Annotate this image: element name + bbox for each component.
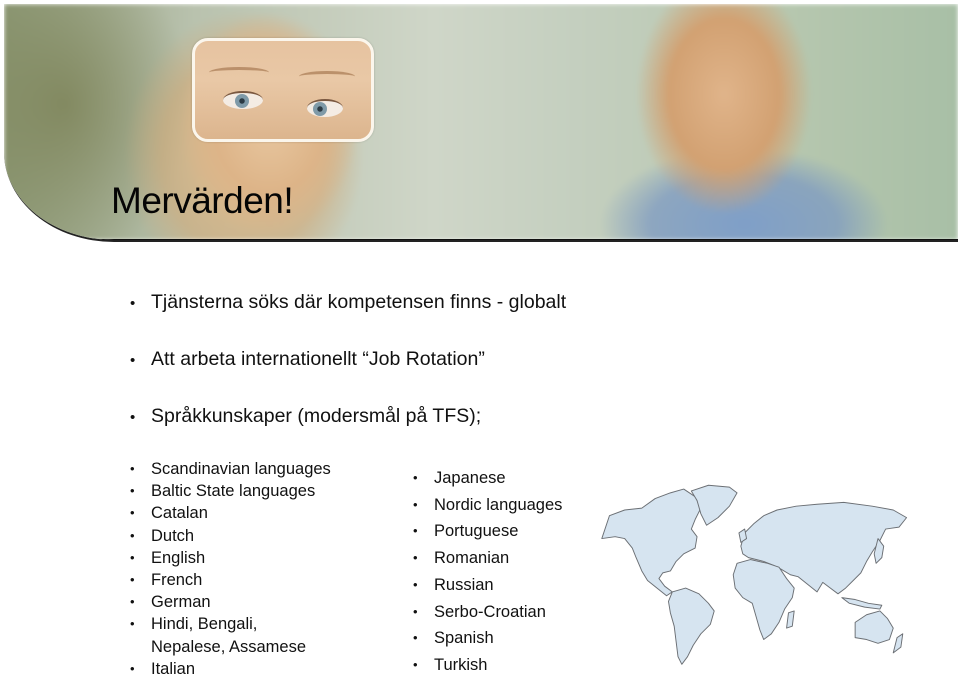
bullet-icon: •	[413, 603, 418, 619]
world-map-image	[601, 484, 908, 665]
bullet-icon: •	[413, 550, 418, 566]
madagascar-shape	[786, 610, 795, 629]
new-zealand-shape	[892, 633, 904, 654]
language-text: Italian	[151, 659, 196, 678]
bullet-icon: •	[130, 572, 135, 588]
language-text: Scandinavian languages	[151, 460, 331, 478]
language-text: English	[151, 548, 206, 567]
bullet-icon: •	[130, 352, 136, 369]
language-item: • Catalan	[130, 502, 331, 524]
main-bullet-list: • Tjänsterna söks där kompetensen finns -…	[130, 291, 566, 462]
bullet-icon: •	[130, 295, 136, 312]
bullet-icon: •	[413, 470, 418, 485]
bullet-icon: •	[130, 549, 135, 565]
eye-left	[223, 91, 263, 109]
language-item: • French	[130, 569, 331, 591]
eyebrow-left	[209, 67, 269, 78]
language-item: • Baltic State languages	[130, 480, 331, 502]
language-text: Portuguese	[434, 522, 519, 541]
language-item: • Scandinavian languages	[130, 458, 331, 480]
language-item: • Nordic languages	[413, 492, 562, 519]
language-item-continuation: Nepalese, Assamese	[130, 636, 331, 658]
eyebrow-right	[299, 71, 355, 82]
language-text: Nepalese, Assamese	[151, 637, 307, 656]
bullet-icon: •	[413, 630, 418, 646]
bullet-item: • Språkkunskaper (modersmål på TFS);	[130, 405, 566, 433]
south-america-shape	[668, 587, 715, 665]
language-item: • Russian	[413, 572, 562, 599]
greenland-shape	[690, 484, 738, 526]
bullet-icon: •	[130, 660, 135, 676]
bullet-icon: •	[413, 656, 418, 672]
language-text: French	[151, 571, 203, 590]
language-item: • Portuguese	[413, 518, 562, 545]
eye-right	[307, 99, 343, 117]
bullet-icon: •	[130, 409, 136, 426]
bullet-icon: •	[413, 523, 418, 539]
eyes-highlight-frame	[192, 38, 374, 142]
language-item: • Spanish	[413, 625, 562, 652]
bullet-icon: •	[130, 616, 135, 632]
language-item: • Dutch	[130, 525, 331, 547]
language-item: • Serbo-Croatian	[413, 599, 562, 626]
indonesia-shape	[841, 597, 883, 610]
language-text: Hindi, Bengali,	[151, 615, 258, 634]
bullet-text: Språkkunskaper (modersmål på TFS);	[151, 405, 482, 427]
bullet-icon: •	[413, 576, 418, 592]
language-text: Turkish	[434, 655, 488, 674]
language-text: Nordic languages	[434, 495, 563, 514]
language-item: • Hindi, Bengali,	[130, 613, 331, 635]
language-text: Serbo-Croatian	[434, 602, 546, 621]
language-item: • Japanese	[413, 465, 562, 492]
language-list-right: • Japanese • Nordic languages • Portuguese …	[413, 465, 562, 679]
language-item: • Italian	[130, 658, 331, 680]
bullet-icon: •	[130, 505, 135, 521]
bullet-icon: •	[130, 483, 135, 499]
bullet-icon: •	[130, 594, 135, 610]
language-text: Japanese	[434, 469, 506, 487]
bullet-icon: •	[130, 461, 135, 476]
language-item: • German	[130, 591, 331, 613]
language-text: Catalan	[151, 504, 208, 523]
language-text: Dutch	[151, 526, 195, 545]
header-banner-photo: Mervärden!	[4, 4, 958, 242]
bullet-text: Att arbeta internationellt “Job Rotation…	[151, 348, 485, 370]
north-america-shape	[601, 488, 702, 597]
slide-title: Mervärden!	[111, 180, 294, 221]
australia-shape	[854, 610, 894, 644]
bullet-icon: •	[130, 527, 135, 543]
language-text: Russian	[434, 575, 494, 594]
language-text: Romanian	[434, 549, 510, 568]
language-item: • Turkish	[413, 652, 562, 679]
bullet-text: Tjänsterna söks där kompetensen finns - …	[151, 291, 567, 313]
bullet-item: • Tjänsterna söks där kompetensen finns -…	[130, 291, 566, 319]
language-list-left: • Scandinavian languages • Baltic State la…	[130, 458, 331, 680]
language-item: • Romanian	[413, 545, 562, 572]
language-item: • English	[130, 547, 331, 569]
language-text: German	[151, 593, 211, 612]
bullet-item: • Att arbeta internationellt “Job Rotatio…	[130, 348, 566, 376]
bullet-icon: •	[413, 496, 418, 512]
language-text: Spanish	[434, 629, 494, 648]
language-text: Baltic State languages	[151, 482, 316, 501]
